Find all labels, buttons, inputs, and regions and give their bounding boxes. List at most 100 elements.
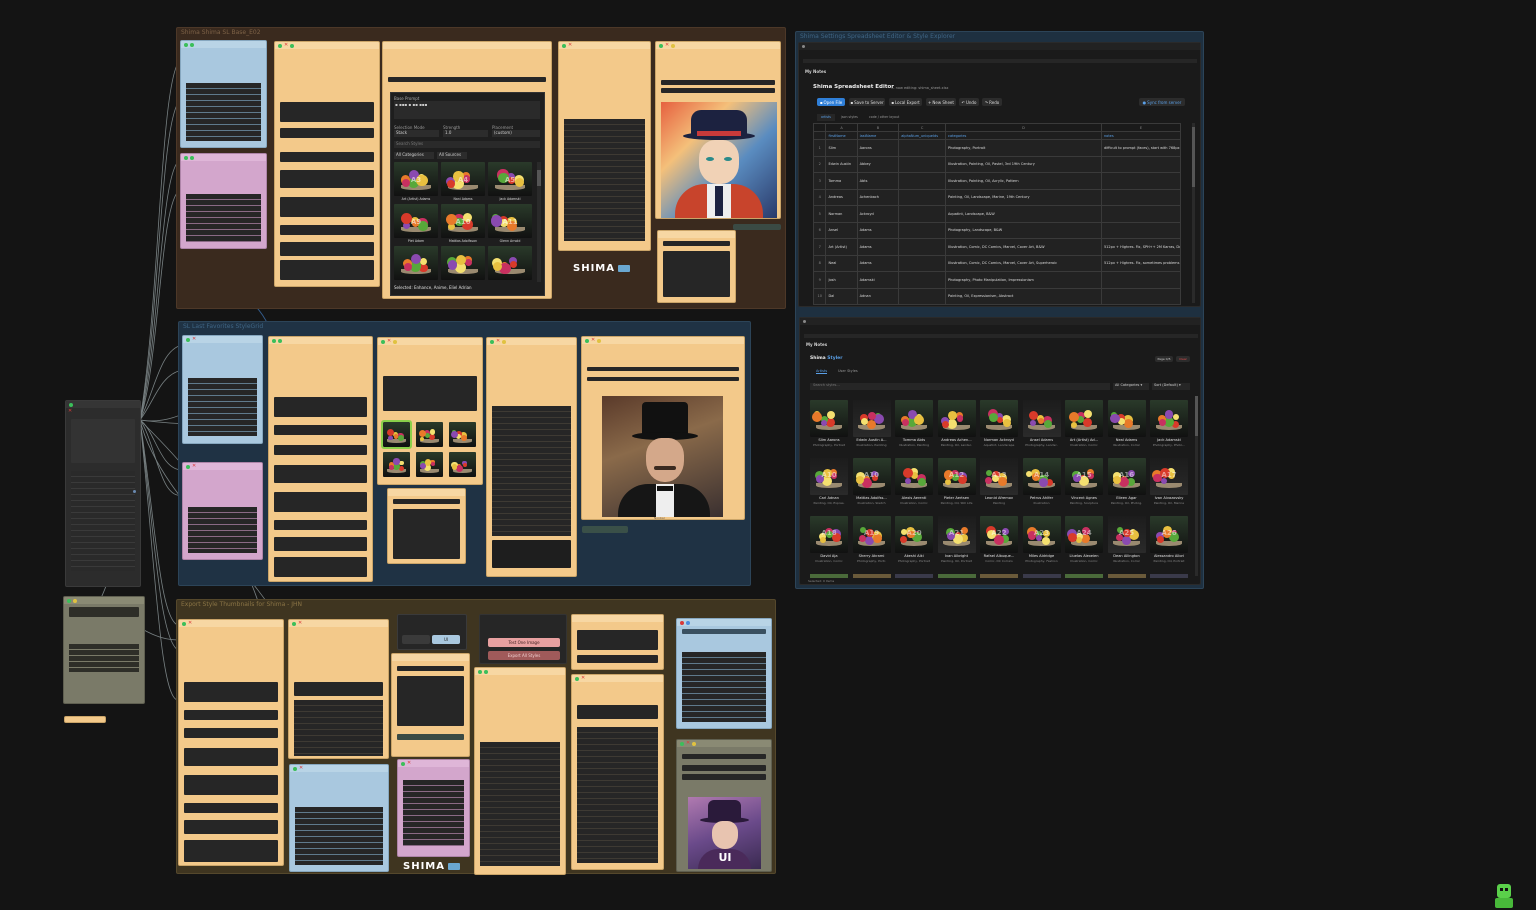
table-cell[interactable] (898, 155, 947, 173)
favorite-thumb[interactable] (449, 452, 476, 477)
style-card-partial[interactable] (1107, 574, 1146, 578)
collapse-button[interactable] (402, 635, 430, 644)
table-cell[interactable]: Adnan (856, 287, 900, 305)
style-card[interactable]: A12 Pieter Aertsen Painting, Oil, Still Li… (937, 458, 976, 508)
category-filter[interactable]: All Categories (394, 152, 434, 159)
table-cell[interactable]: 3 (812, 172, 827, 190)
favorite-thumb[interactable] (416, 422, 443, 447)
sync-server-button[interactable]: ● Sync from server (1139, 98, 1185, 106)
prompt-node[interactable]: ✕ (274, 41, 380, 287)
table-cell[interactable]: difficult to prompt (faces), start with … (1100, 139, 1182, 157)
table-cell[interactable]: Photography, Portrait (945, 139, 1102, 157)
favorite-thumb[interactable] (381, 420, 412, 449)
save-image-node[interactable] (387, 488, 466, 564)
table-cell[interactable]: 5 (812, 205, 827, 223)
close-icon[interactable]: ✕ (568, 43, 572, 48)
sampler-node[interactable] (474, 667, 566, 875)
table-cell[interactable]: 512px + Highres. Fix, SPH++ 2M Karras, D… (1100, 238, 1182, 256)
source-filter[interactable]: All Sources (437, 152, 467, 159)
export-action-node[interactable]: Test One Image Export All Styles (479, 614, 567, 664)
table-cell[interactable]: alphaNum_uniqueIds (898, 131, 947, 140)
page-button[interactable]: Page 0/5 (1155, 356, 1173, 362)
prompt-node[interactable] (268, 336, 373, 582)
local-export-button[interactable]: ▪ Local Export (889, 98, 922, 106)
table-cell[interactable]: Painting, Oil, Expressionism, Abstract (945, 287, 1102, 305)
table-cell[interactable]: Achenbach (856, 188, 900, 206)
table-cell[interactable] (898, 254, 947, 272)
table-cell[interactable]: Illustration, Comic, DC Comics, Marvel, … (945, 238, 1102, 256)
table-cell[interactable]: 6 (812, 221, 827, 239)
close-icon[interactable]: ✕ (188, 621, 192, 626)
strength-input[interactable]: 1.0 (443, 130, 488, 137)
sheet-letters-row[interactable]: ABCDE (812, 123, 1182, 132)
table-cell[interactable]: Norman (825, 205, 858, 223)
favorite-thumb[interactable] (449, 422, 476, 447)
open-file-button[interactable]: ▪ Open File (817, 98, 845, 106)
sheet-tab[interactable]: artists (817, 114, 835, 121)
table-cell[interactable]: Abts (856, 172, 900, 190)
styler-search-input[interactable]: Search styles... (810, 383, 1110, 390)
table-cell[interactable] (1100, 271, 1182, 289)
table-row[interactable]: 8 Neal Adams Illustration, Comic, DC Comics… (812, 254, 1182, 272)
table-cell[interactable]: Neal (825, 254, 858, 272)
export-buttons-node[interactable]: UI (397, 614, 467, 650)
table-cell[interactable]: firstName (825, 131, 858, 140)
model-loader-node[interactable] (180, 40, 267, 148)
style-card[interactable]: Edwin Austin A... Illustration, Painting (852, 400, 891, 450)
table-cell[interactable]: Photography, Photo Manipulation, Impress… (945, 271, 1102, 289)
mascot-icon[interactable] (1493, 882, 1517, 908)
style-thumb[interactable] (488, 246, 532, 286)
loader-node[interactable]: ✕ (65, 400, 141, 587)
table-cell[interactable]: notes (1100, 131, 1182, 140)
table-cell[interactable]: 4 (812, 188, 827, 206)
close-icon[interactable]: ✕ (192, 464, 196, 469)
table-row[interactable]: 9 Josh Adamski Photography, Photo Manipulat… (812, 271, 1182, 289)
style-thumb[interactable] (394, 246, 438, 286)
style-card[interactable]: Norman Ackroyd Aquatint, Landscape (980, 400, 1018, 450)
favorites-grid-node[interactable]: ✕ (377, 337, 483, 485)
table-cell[interactable]: 9 (812, 271, 827, 289)
table-row[interactable]: 2 Edwin Austin Abbey Illustration, Painting… (812, 155, 1182, 173)
spreadsheet-editor-node[interactable]: My Notes Shima Spreadsheet Editor — now … (798, 42, 1201, 307)
style-card[interactable]: Art (Artist) Ad... Illustration, Comic (1065, 400, 1103, 450)
style-card[interactable]: A23 Miles Aldridge Photography, Fashion (1022, 516, 1061, 566)
image-preview-node[interactable]: ✕ (655, 41, 781, 219)
category-filter[interactable]: All Categories ▾ (1113, 383, 1149, 390)
table-cell[interactable]: Slim (825, 139, 858, 157)
table-cell[interactable]: Ackroyd (856, 205, 900, 223)
model-loader-node[interactable]: ✕ (182, 335, 263, 444)
sort-filter[interactable]: Sort (Default) ▾ (1152, 383, 1190, 390)
style-card[interactable]: A21 Ivan Albright Painting, Oil, Portrait (937, 516, 976, 566)
style-card[interactable]: Tomma Abts Illustration, Painting (895, 400, 933, 450)
note-node[interactable] (63, 596, 145, 704)
style-card[interactable]: Jack Adamski Photography, Photo... (1150, 400, 1188, 450)
close-icon[interactable]: ✕ (686, 741, 690, 746)
selection-mode-select[interactable]: Stack (394, 130, 439, 137)
table-cell[interactable]: Aarons (856, 139, 900, 157)
tab-user-styles[interactable]: User Styles (838, 369, 858, 373)
preview-image-node[interactable]: ✕ UI (676, 739, 772, 872)
style-card[interactable]: A16 Eileen Agar Painting, Oil, Photog. (1107, 458, 1146, 508)
table-cell[interactable] (812, 123, 827, 132)
sheet-head-row[interactable]: firstName lastName alphaNum_uniqueIds categ… (812, 131, 1182, 140)
table-cell[interactable]: 8 (812, 254, 827, 272)
table-cell[interactable]: Adams (856, 254, 900, 272)
table-cell[interactable]: Dal (825, 287, 858, 305)
style-selector-panel[interactable]: Base Prompt ▪ ▪▪▪ ▪ ▪▪ ▪▪▪ Selection Mod… (390, 92, 545, 296)
table-cell[interactable] (1100, 155, 1182, 173)
table-cell[interactable] (1100, 287, 1182, 305)
collapsed-node[interactable] (582, 526, 628, 533)
close-icon[interactable]: ✕ (665, 43, 669, 48)
table-cell[interactable]: Edwin Austin (825, 155, 858, 173)
style-search-input[interactable]: Search Styles (394, 141, 540, 148)
table-cell[interactable]: Photography, Landscape, B&W (945, 221, 1102, 239)
prompt-node[interactable]: ✕ (178, 619, 284, 866)
new-sheet-button[interactable]: + New Sheet (926, 98, 956, 106)
table-cell[interactable]: categories (945, 131, 1102, 140)
close-icon[interactable]: ✕ (496, 339, 500, 344)
table-cell[interactable]: Andreas (825, 188, 858, 206)
table-cell[interactable]: Painting, Oil, Landscape, Marine, 19th C… (945, 188, 1102, 206)
scrollbar[interactable] (1195, 396, 1198, 576)
style-card-partial[interactable] (1150, 574, 1188, 578)
style-card-partial[interactable] (852, 574, 891, 578)
